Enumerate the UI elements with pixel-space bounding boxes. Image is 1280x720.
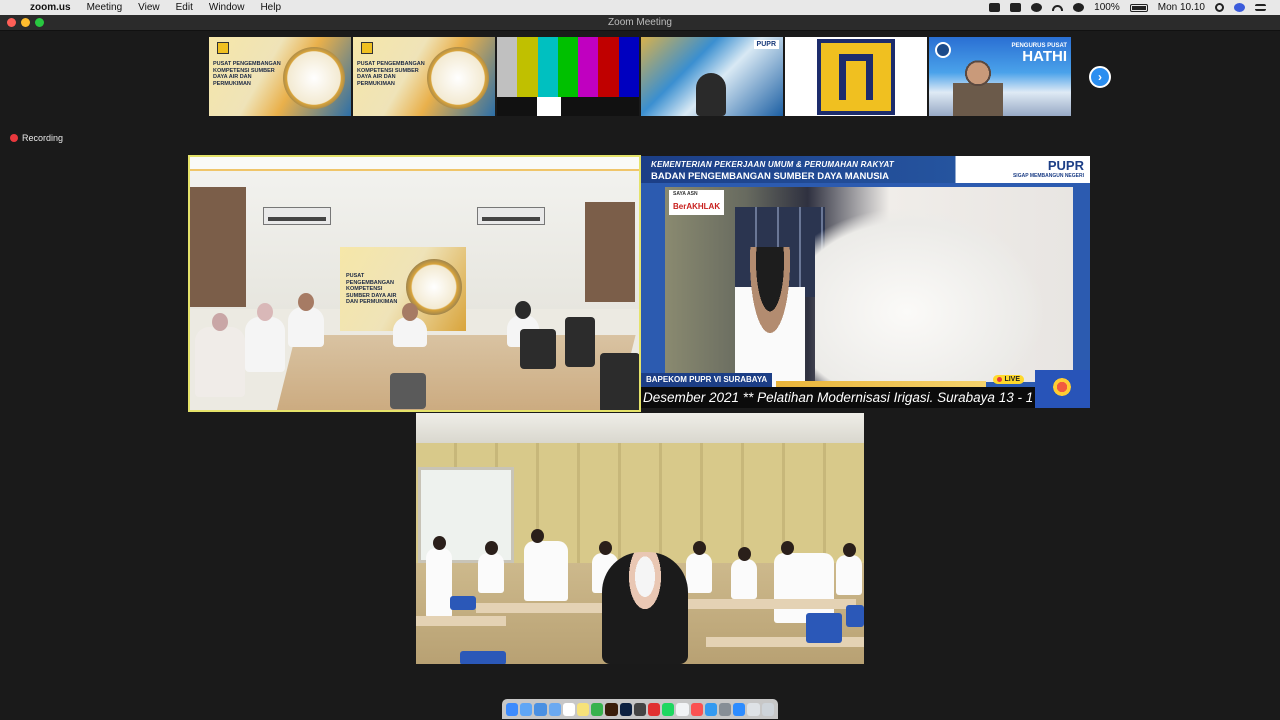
participant-thumb-3[interactable]	[497, 37, 639, 116]
next-page-chevron-right-icon[interactable]: ›	[1089, 66, 1111, 88]
menubar-status-area: 100% Mon 10.10	[989, 2, 1280, 13]
stream-header: KEMENTERIAN PEKERJAAN UMUM & PERUMAHAN R…	[641, 156, 1090, 183]
headphones-icon[interactable]	[1031, 3, 1043, 12]
menu-help[interactable]: Help	[260, 2, 281, 13]
stream-lower-third: BAPEKOM PUPR VI SURABAYA LIVE	[641, 373, 1090, 387]
zoom-status-icon[interactable]	[989, 3, 1001, 12]
app-icon-green[interactable]	[591, 702, 604, 716]
pupr-badge: PUPR	[753, 40, 779, 49]
asn-berakhlak-badge: SAYA ASN BerAKHLAK	[669, 190, 725, 215]
window-title: Zoom Meeting	[608, 17, 672, 28]
fullscreen-window-button[interactable]	[35, 18, 44, 27]
participant-video	[696, 73, 726, 116]
spotify-icon[interactable]	[662, 702, 675, 716]
battery-percent: 100%	[1094, 2, 1120, 13]
battery-icon[interactable]	[1129, 3, 1148, 12]
thumb-banner-text: PUSAT PENGEMBANGAN KOMPETENSI SUMBER DAY…	[357, 61, 425, 87]
video-tile-classroom[interactable]	[416, 413, 864, 664]
app-store-icon[interactable]	[704, 702, 718, 716]
participant-thumb-5[interactable]	[785, 37, 927, 116]
mail-icon[interactable]	[534, 702, 547, 716]
record-dot-icon	[10, 134, 18, 142]
bpsdm-logo-icon	[1035, 370, 1090, 408]
video-tile-livestream[interactable]: KEMENTERIAN PEKERJAAN UMUM & PERUMAHAN R…	[641, 156, 1090, 408]
app-icon-dark[interactable]	[633, 702, 647, 716]
calendar-icon[interactable]	[562, 702, 576, 716]
participant-thumb-2[interactable]: PUSAT PENGEMBANGAN KOMPETENSI SUMBER DAY…	[353, 37, 495, 116]
menubar-clock[interactable]: Mon 10.10	[1158, 2, 1205, 13]
trash-icon[interactable]	[761, 702, 774, 716]
minimize-window-button[interactable]	[21, 18, 30, 27]
zoom-icon[interactable]	[733, 702, 746, 716]
menu-window[interactable]: Window	[209, 2, 245, 13]
participant-hijab	[602, 552, 688, 664]
recording-indicator[interactable]: Recording	[10, 133, 63, 143]
air-conditioner	[477, 207, 545, 225]
lower-third-label: BAPEKOM PUPR VI SURABAYA	[641, 373, 773, 387]
finder-icon[interactable]	[506, 702, 519, 716]
close-window-button[interactable]	[7, 18, 16, 27]
siri-icon[interactable]	[1234, 3, 1245, 12]
stream-video	[665, 187, 1073, 387]
building-emblem-icon	[427, 47, 489, 109]
pupr-logo-icon	[361, 42, 373, 54]
safari-icon[interactable]	[520, 702, 533, 716]
window-controls	[7, 18, 44, 27]
menu-meeting[interactable]: Meeting	[87, 2, 123, 13]
pupr-brand: PUPR	[1047, 158, 1084, 173]
app-menu[interactable]: zoom.us	[30, 2, 71, 13]
app-icon-grid[interactable]	[676, 702, 689, 716]
menu-view[interactable]: View	[138, 2, 160, 13]
hathi-title: PENGURUS PUSAT HATHI	[1011, 43, 1067, 65]
illustrator-icon[interactable]	[605, 702, 618, 716]
macos-dock	[502, 699, 778, 719]
music-icon[interactable]	[690, 702, 703, 716]
messages-icon[interactable]	[1010, 3, 1022, 12]
system-preferences-icon[interactable]	[719, 702, 732, 716]
menu-edit[interactable]: Edit	[176, 2, 193, 13]
volume-icon[interactable]	[1073, 3, 1085, 12]
recording-label: Recording	[22, 133, 64, 143]
video-tile-meeting-room[interactable]: PUSAT PENGEMBANGAN KOMPETENSI SUMBER DAY…	[188, 155, 641, 412]
app-icon-light[interactable]	[747, 702, 760, 716]
hathi-emblem-icon	[935, 42, 951, 58]
building-emblem-icon	[283, 47, 345, 109]
participant-video	[953, 59, 1003, 116]
air-conditioner	[263, 207, 331, 225]
wifi-icon[interactable]	[1052, 4, 1064, 11]
participant-thumb-6[interactable]: PENGURUS PUSAT HATHI	[929, 37, 1071, 116]
macos-menubar: zoom.us Meeting View Edit Window Help 10…	[0, 0, 1280, 15]
color-bars-test-pattern	[497, 97, 639, 116]
news-ticker: Desember 2021 ** Pelatihan Modernisasi I…	[641, 387, 1090, 408]
photoshop-icon[interactable]	[619, 702, 632, 716]
notes-icon[interactable]	[577, 702, 590, 716]
control-center-icon[interactable]	[1255, 4, 1266, 11]
live-badge: LIVE	[993, 375, 1024, 384]
spotlight-search-icon[interactable]	[1215, 3, 1224, 12]
participant-strip: PUSAT PENGEMBANGAN KOMPETENSI SUMBER DAY…	[209, 37, 1071, 116]
app-icon-red[interactable]	[648, 702, 661, 716]
participant-thumb-1[interactable]: PUSAT PENGEMBANGAN KOMPETENSI SUMBER DAY…	[209, 37, 351, 116]
pupr-logo-icon	[817, 38, 895, 115]
pupr-logo-icon	[217, 42, 229, 54]
participant-thumb-4[interactable]: PUPR	[641, 37, 783, 116]
launchpad-icon[interactable]	[548, 702, 561, 716]
thumb-banner-text: PUSAT PENGEMBANGAN KOMPETENSI SUMBER DAY…	[213, 61, 281, 87]
window-titlebar: Zoom Meeting	[0, 15, 1280, 31]
